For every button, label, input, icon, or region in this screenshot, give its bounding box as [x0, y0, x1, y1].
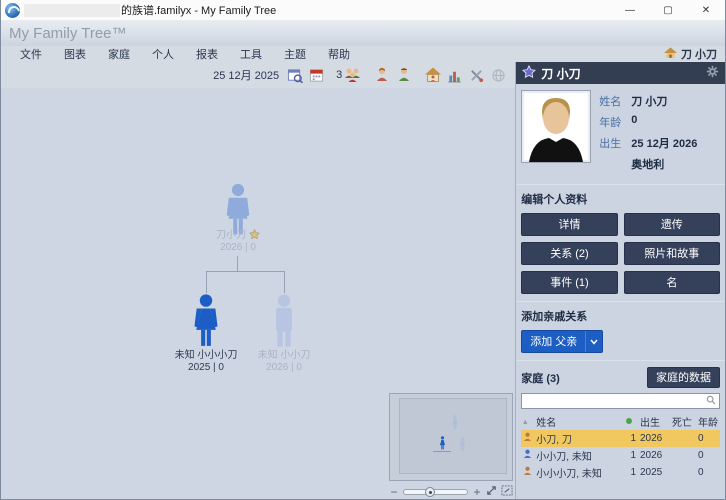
- tree-connector-line: [284, 271, 285, 293]
- tree-label-mother[interactable]: 刀小刀 2026 | 0: [178, 228, 298, 254]
- calendar-icon[interactable]: [308, 67, 325, 84]
- family-tree-canvas[interactable]: 刀小刀 2026 | 0 未知 小小小刀 2025 | 0 未知 小小刀 202…: [1, 88, 516, 499]
- redacted-filename: [24, 3, 120, 17]
- name-value: 刀 小刀: [631, 96, 668, 108]
- menu-reports[interactable]: 报表: [185, 46, 229, 62]
- tree-connector-line: [237, 256, 238, 271]
- names-button[interactable]: 名: [623, 271, 720, 294]
- tree-connector-line: [206, 271, 285, 272]
- options-disabled-icon: [490, 67, 507, 84]
- sidebar-header: 刀 小刀: [516, 62, 725, 84]
- table-row[interactable]: 小小刀, 未知 1 2026 0: [521, 447, 720, 464]
- edit-profile-title: 编辑个人资料: [521, 194, 588, 206]
- home-icon: [663, 46, 677, 62]
- minimap-panel[interactable]: [389, 393, 513, 481]
- female-person-icon: [523, 432, 532, 445]
- zoom-out-button[interactable]: −: [389, 486, 399, 498]
- minimap-preview[interactable]: [399, 398, 507, 474]
- zoom-slider-knob[interactable]: [425, 487, 436, 497]
- add-relative-section: 添加亲戚关系 添加 父亲: [516, 302, 725, 361]
- family-title: 家庭 (3): [521, 372, 560, 385]
- col-birth[interactable]: 出生: [638, 413, 670, 430]
- family-section: 家庭 (3) 家庭的数据 ▴ 姓名 出生 死亡 年龄 小刀, 刀 1 2026 …: [516, 361, 725, 499]
- male-person-icon: [523, 449, 532, 462]
- tree-label-child-right[interactable]: 未知 小小刀 2026 | 0: [224, 350, 344, 374]
- person-sidebar: 刀 小刀 姓名刀 小刀 年龄 0 出生 25 12月 2026 奥地利 编辑个人…: [515, 62, 725, 499]
- events-button[interactable]: 事件 (1): [521, 271, 618, 294]
- sort-icon: ▴: [523, 417, 528, 426]
- menu-themes[interactable]: 主题: [273, 46, 317, 62]
- living-dot-icon: [626, 418, 632, 424]
- female-person-icon[interactable]: [373, 67, 390, 84]
- people-count: 3: [336, 69, 343, 81]
- app-header: My Family Tree™: [1, 20, 725, 46]
- zoom-controls: − +: [389, 485, 513, 499]
- age-value: 0: [631, 114, 638, 126]
- male-person-icon[interactable]: [395, 67, 412, 84]
- name-label: 姓名: [599, 96, 622, 108]
- age-label: 年龄: [599, 117, 622, 129]
- female-person-icon: [523, 466, 532, 479]
- selected-person-name: 刀 小刀: [541, 66, 581, 81]
- family-table-header[interactable]: ▴ 姓名 出生 死亡 年龄: [521, 413, 720, 430]
- birthplace-value: 奥地利: [631, 159, 665, 171]
- col-name[interactable]: 姓名: [534, 413, 624, 430]
- tree-person-child-right[interactable]: [269, 293, 299, 349]
- close-button[interactable]: ✕: [687, 0, 725, 20]
- family-table: ▴ 姓名 出生 死亡 年龄 小刀, 刀 1 2026 0 小小刀, 未知 1 2…: [521, 413, 720, 481]
- maximize-button[interactable]: ▢: [649, 0, 687, 20]
- birth-label: 出生: [599, 138, 622, 150]
- menu-tools[interactable]: 工具: [229, 46, 273, 62]
- person-info-section: 姓名刀 小刀 年龄 0 出生 25 12月 2026 奥地利: [516, 84, 725, 185]
- family-search[interactable]: [521, 393, 720, 409]
- edit-profile-section: 编辑个人资料 详情 遗传 关系 (2) 照片和故事 事件 (1) 名: [516, 185, 725, 302]
- home-person-name: 刀 小刀: [680, 49, 717, 61]
- sidebar-gear-icon[interactable]: [706, 65, 719, 81]
- tools-icon[interactable]: [468, 67, 485, 84]
- people-group-icon[interactable]: [344, 67, 361, 84]
- home-person-link[interactable]: 刀 小刀: [663, 46, 717, 62]
- app-logo-icon: [5, 2, 20, 18]
- col-age[interactable]: 年龄: [696, 413, 720, 430]
- menu-charts[interactable]: 图表: [53, 46, 97, 62]
- search-icon: [703, 395, 719, 408]
- tree-person-child-left[interactable]: [190, 293, 222, 349]
- brand-title: My Family Tree™: [9, 24, 127, 42]
- add-relative-title: 添加亲戚关系: [521, 311, 588, 323]
- photos-stories-button[interactable]: 照片和故事: [623, 242, 720, 265]
- tree-connector-line: [206, 271, 207, 293]
- menu-help[interactable]: 帮助: [317, 46, 361, 62]
- menu-family[interactable]: 家庭: [97, 46, 141, 62]
- birth-value: 25 12月 2026: [631, 138, 698, 150]
- zoom-slider[interactable]: [403, 487, 468, 497]
- zoom-diagonal-icon[interactable]: [486, 485, 497, 499]
- zoom-in-button[interactable]: +: [472, 486, 482, 498]
- col-death[interactable]: 死亡: [670, 413, 696, 430]
- menu-file[interactable]: 文件: [9, 46, 53, 62]
- menu-individual[interactable]: 个人: [141, 46, 185, 62]
- menu-bar: 文件 图表 家庭 个人 报表 工具 主题 帮助 刀 小刀: [1, 46, 725, 62]
- table-row[interactable]: 小刀, 刀 1 2026 0: [521, 430, 720, 447]
- person-photo[interactable]: [521, 90, 592, 163]
- app-window: 的族谱.familyx - My Family Tree — ▢ ✕ My Fa…: [0, 0, 726, 500]
- add-father-button[interactable]: 添加 父亲: [521, 330, 604, 353]
- heredity-button[interactable]: 遗传: [623, 213, 720, 236]
- table-row[interactable]: 小小小刀, 未知 1 2025 0: [521, 464, 720, 481]
- window-title: 的族谱.familyx - My Family Tree: [121, 5, 277, 17]
- home-family-icon[interactable]: [424, 67, 441, 84]
- toolbar: 25 12月 2025 3: [1, 62, 516, 88]
- favorite-star-icon[interactable]: [522, 64, 537, 82]
- family-search-input[interactable]: [522, 395, 703, 407]
- details-button[interactable]: 详情: [521, 213, 618, 236]
- title-bar: 的族谱.familyx - My Family Tree — ▢ ✕: [1, 0, 725, 20]
- statistics-icon[interactable]: [446, 67, 463, 84]
- relationships-button[interactable]: 关系 (2): [521, 242, 618, 265]
- calendar-search-icon[interactable]: [286, 67, 303, 84]
- fit-to-window-icon[interactable]: [501, 485, 513, 499]
- minimize-button[interactable]: —: [611, 0, 649, 20]
- family-data-button[interactable]: 家庭的数据: [647, 367, 720, 388]
- chevron-down-icon[interactable]: [585, 331, 602, 352]
- current-date: 25 12月 2025: [213, 70, 280, 82]
